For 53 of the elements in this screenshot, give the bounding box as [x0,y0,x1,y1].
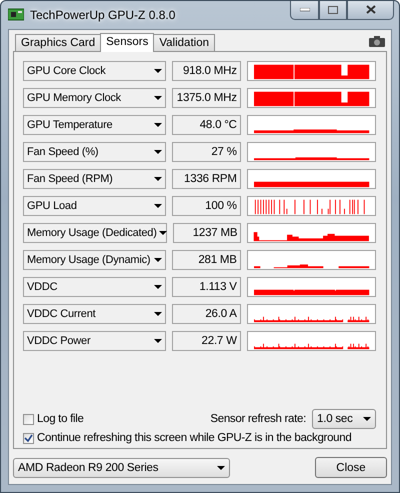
tab[interactable]: Graphics Card [15,34,102,52]
refresh-rate-dropdown[interactable]: 1.0 sec [312,409,376,429]
graphics-card-icon [8,8,24,22]
caret-icon [154,204,162,208]
sensor-reading: 1237 MB [173,223,242,243]
sensor-reading: 26.0 A [172,304,241,324]
caret-icon [154,177,162,181]
caret-icon [154,312,162,316]
continue-refreshing-checkbox[interactable]: Continue refreshing this screen while GPU-Z is in the background [23,432,352,444]
sensor-reading: 22.7 W [172,331,241,351]
sensor-reading: 281 MB [172,250,241,270]
sensor-dropdown[interactable]: Memory Usage (Dynamic) [23,250,166,270]
card-select-dropdown[interactable]: AMD Radeon R9 200 Series [13,458,230,478]
close-icon [366,5,376,14]
sensor-dropdown[interactable]: GPU Load [23,196,166,216]
caret-icon [154,96,162,100]
sensor-dropdown[interactable]: VDDC Current [23,304,166,324]
sensor-dropdown[interactable]: Fan Speed (RPM) [23,169,166,189]
camera-icon[interactable] [369,36,385,47]
caret-icon [154,339,162,343]
sensor-reading: 1375.0 MHz [172,88,241,108]
sensor-dropdown[interactable]: Fan Speed (%) [23,142,166,162]
log-to-file-checkbox[interactable]: Log to file [23,413,84,425]
sensor-reading: 918.0 MHz [172,61,241,81]
caret-icon [363,417,371,421]
caret-icon [154,285,162,289]
refresh-rate-label: Sensor refresh rate: [210,413,306,425]
caret-icon [154,258,162,262]
sensor-dropdown[interactable]: VDDC [23,277,166,297]
window-title: TechPowerUp GPU-Z 0.8.0 [30,8,176,22]
caret-icon [217,466,225,470]
sensor-reading: 1.113 V [172,277,241,297]
tab[interactable]: Sensors [100,33,154,52]
maximize-icon [328,6,338,14]
caret-icon [154,69,162,73]
caret-icon [154,123,162,127]
sensor-dropdown[interactable]: GPU Core Clock [23,61,166,81]
sensor-reading: 27 % [172,142,241,162]
sensor-dropdown[interactable]: Memory Usage (Dedicated) [23,223,167,243]
caret-icon [158,231,167,235]
minimize-button[interactable] [290,1,319,20]
tab[interactable]: Validation [153,34,215,52]
close-button[interactable]: Close [315,457,387,478]
sensor-reading: 1336 RPM [172,169,241,189]
sensor-reading: 48.0 °C [172,115,241,135]
sensor-dropdown[interactable]: VDDC Power [23,331,166,351]
sensor-dropdown[interactable]: GPU Temperature [23,115,166,135]
caret-icon [154,150,162,154]
maximize-button[interactable] [319,1,347,20]
close-window-button[interactable] [347,1,394,20]
sensor-dropdown[interactable]: GPU Memory Clock [23,88,166,108]
minimize-icon [300,8,310,12]
sensor-reading: 100 % [172,196,241,216]
